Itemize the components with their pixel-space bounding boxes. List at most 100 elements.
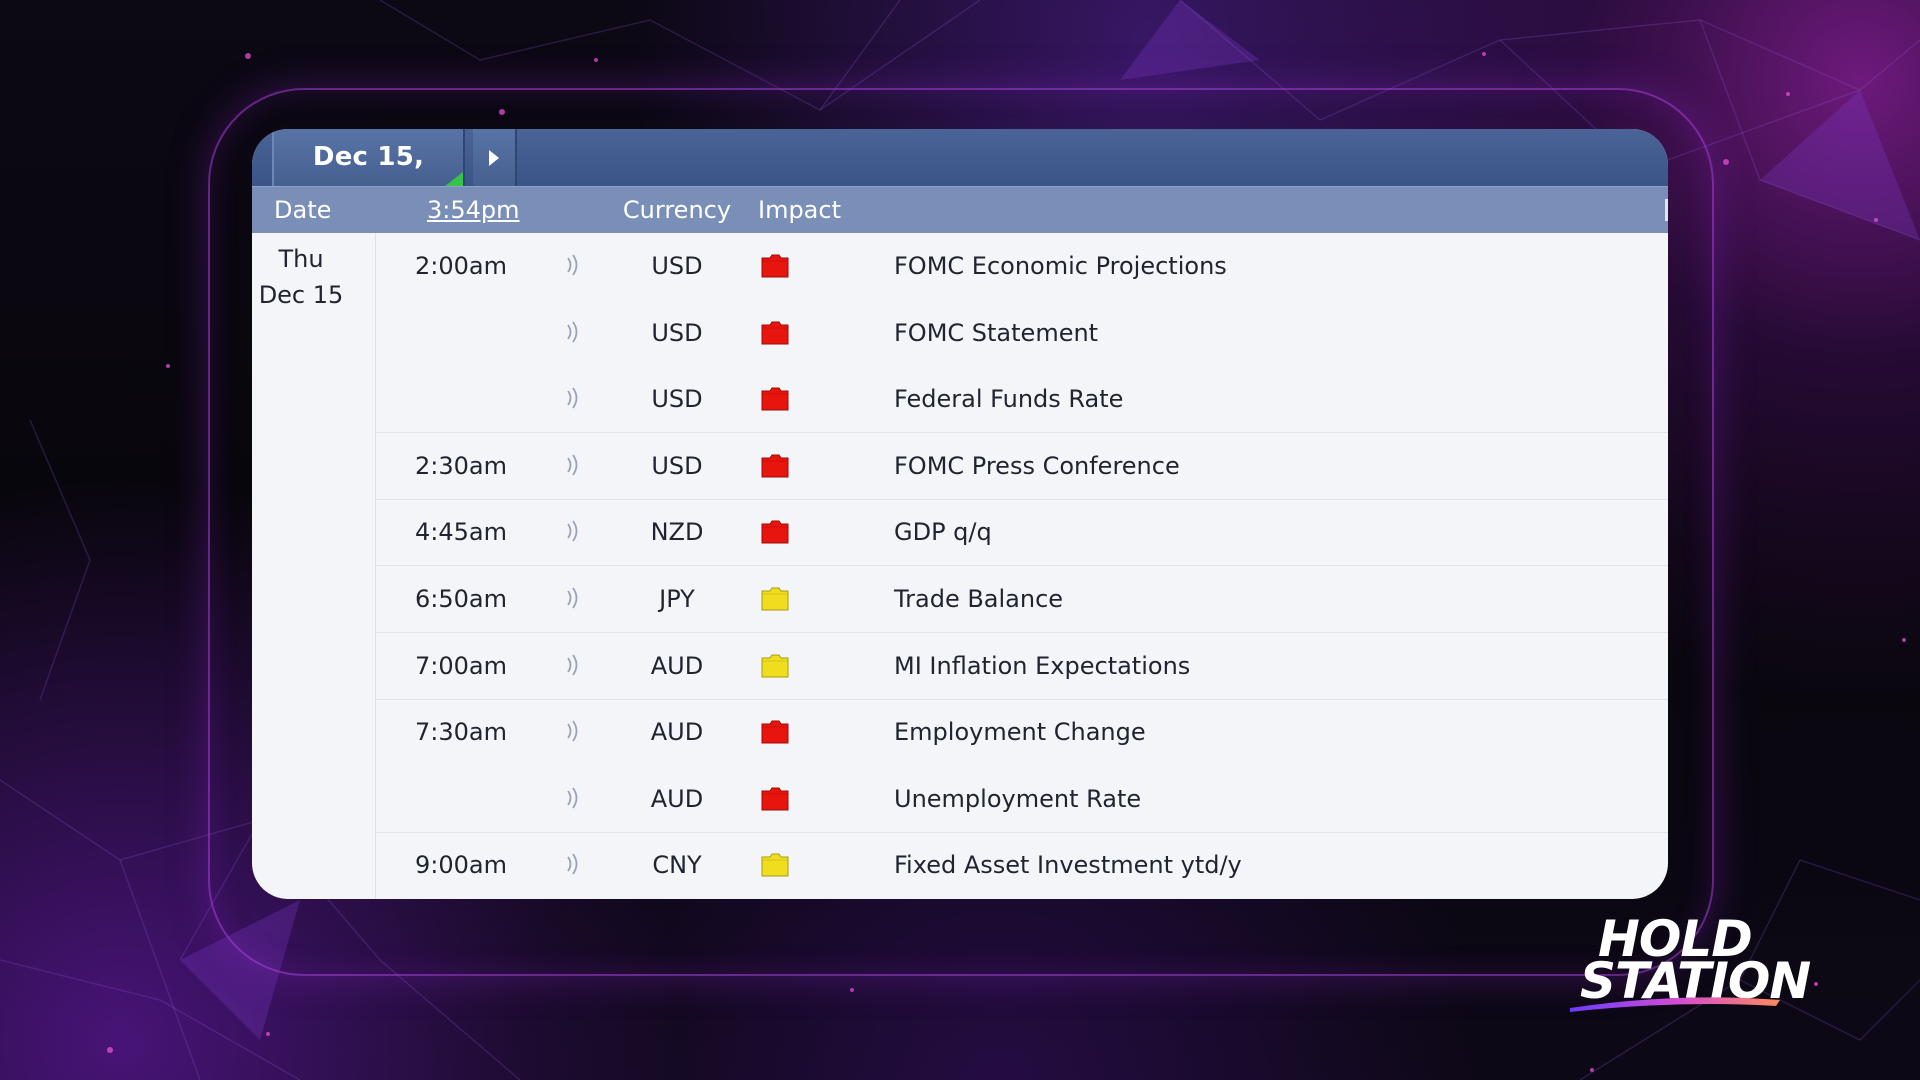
impact-high-icon <box>761 520 789 544</box>
sound-wave-icon <box>567 853 578 875</box>
background: Dec 15, 2022 Date 3:54pm Currency Impact… <box>0 0 1920 1080</box>
table-row[interactable]: 4:45am NZD GDP q/q <box>376 499 1668 567</box>
table-header: Date 3:54pm Currency Impact <box>252 186 1668 233</box>
sound-alert-cell[interactable] <box>561 766 585 832</box>
sound-wave-icon <box>567 321 578 343</box>
table-row[interactable]: 9:00am CNY Fixed Asset Investment ytd/y <box>376 832 1668 898</box>
sound-alert-cell[interactable] <box>561 499 585 565</box>
table-row[interactable]: 2:00am USD FOMC Economic Projections <box>376 233 1668 299</box>
sound-wave-icon <box>567 654 578 676</box>
event-currency: AUD <box>650 651 704 680</box>
event-title[interactable]: FOMC Economic Projections <box>894 233 1654 299</box>
event-currency: AUD <box>650 784 704 813</box>
sound-wave-icon <box>567 787 578 809</box>
column-header-currency: Currency <box>622 196 732 224</box>
sound-alert-cell[interactable] <box>561 566 585 632</box>
event-time: 2:00am <box>415 252 507 280</box>
event-currency: USD <box>651 252 703 280</box>
sound-alert-cell[interactable] <box>561 300 585 366</box>
table-row[interactable]: 7:30am AUD Employment Change <box>376 699 1668 765</box>
event-title[interactable]: Federal Funds Rate <box>894 366 1654 432</box>
table-row[interactable]: AUD Unemployment Rate <box>376 766 1668 833</box>
event-title[interactable]: MI Inflation Expectations <box>894 633 1654 699</box>
sound-wave-icon <box>567 387 578 409</box>
table-row[interactable]: 2:30am USD FOMC Press Conference <box>376 433 1668 500</box>
event-title[interactable]: GDP q/q <box>894 499 1654 565</box>
day-date: Dec 15 <box>258 281 344 309</box>
sound-alert-cell[interactable] <box>561 366 585 432</box>
impact-high-icon <box>761 254 789 278</box>
next-date-button[interactable] <box>473 129 517 186</box>
sound-alert-cell[interactable] <box>561 233 585 299</box>
impact-cell[interactable] <box>731 233 817 299</box>
selected-date-label: Dec 15, 2022 <box>312 142 425 229</box>
event-time <box>396 766 526 832</box>
event-title[interactable]: Employment Change <box>894 699 1654 765</box>
sound-alert-cell[interactable] <box>561 832 585 898</box>
event-time: 4:45am <box>415 518 507 547</box>
impact-cell[interactable] <box>731 566 817 632</box>
day-weekday: Thu <box>278 245 324 273</box>
impact-high-icon <box>761 387 789 411</box>
logo-swoosh <box>1570 997 1780 1012</box>
impact-cell[interactable] <box>731 433 817 499</box>
column-header-date: Date <box>274 196 332 224</box>
impact-cell[interactable] <box>731 633 817 699</box>
event-title[interactable]: Trade Balance <box>894 566 1654 632</box>
sound-wave-icon <box>567 587 578 609</box>
event-currency: CNY <box>652 851 702 880</box>
event-title[interactable]: Unemployment Rate <box>894 766 1654 832</box>
table-row[interactable]: 6:50am JPY Trade Balance <box>376 566 1668 633</box>
sound-alert-cell[interactable] <box>561 433 585 499</box>
economic-calendar: Dec 15, 2022 Date 3:54pm Currency Impact… <box>252 129 1668 899</box>
arrow-right-icon <box>489 150 499 166</box>
date-navigation-bar: Dec 15, 2022 <box>252 129 1668 229</box>
table-body: Thu Dec 15 2:00am USD FOMC Economic Projec… <box>252 233 1668 899</box>
impact-cell[interactable] <box>731 766 817 832</box>
event-currency: JPY <box>659 585 695 613</box>
sound-wave-icon <box>567 720 578 742</box>
event-time: 2:30am <box>415 451 507 480</box>
impact-cell[interactable] <box>731 699 817 765</box>
header-edge-marker <box>1665 199 1668 221</box>
impact-medium-icon <box>761 654 789 678</box>
event-currency: USD <box>651 385 703 414</box>
sound-wave-icon <box>567 454 578 476</box>
table-row[interactable]: USD Federal Funds Rate <box>376 366 1668 434</box>
event-time: 7:30am <box>415 718 507 747</box>
impact-medium-icon <box>761 587 789 611</box>
table-row[interactable]: USD FOMC Statement <box>376 300 1668 366</box>
sound-wave-icon <box>567 520 578 542</box>
event-currency: AUD <box>650 718 704 747</box>
date-corner-marker <box>445 172 463 186</box>
impact-high-icon <box>761 787 789 811</box>
selected-date-tab[interactable]: Dec 15, 2022 <box>272 129 465 229</box>
event-title[interactable]: FOMC Statement <box>894 300 1654 366</box>
event-title[interactable]: Fixed Asset Investment ytd/y <box>894 832 1654 898</box>
event-title[interactable]: FOMC Press Conference <box>894 433 1654 499</box>
impact-cell[interactable] <box>731 300 817 366</box>
impact-high-icon <box>761 321 789 345</box>
table-row[interactable]: 7:00am AUD MI Inflation Expectations <box>376 633 1668 700</box>
impact-cell[interactable] <box>731 366 817 432</box>
event-time: 7:00am <box>415 651 507 680</box>
impact-cell[interactable] <box>731 499 817 565</box>
impact-cell[interactable] <box>731 832 817 898</box>
holdstation-logo: HOLD STATION <box>1568 910 1811 1012</box>
event-currency: NZD <box>650 518 704 547</box>
event-time <box>396 300 526 366</box>
sound-alert-cell[interactable] <box>561 633 585 699</box>
column-header-impact: Impact <box>757 196 841 224</box>
sound-wave-icon <box>567 254 578 276</box>
sound-alert-cell[interactable] <box>561 699 585 765</box>
event-currency: USD <box>651 318 703 347</box>
event-time: 6:50am <box>415 585 507 613</box>
impact-medium-icon <box>761 853 789 877</box>
event-time <box>396 366 526 432</box>
event-currency: USD <box>651 451 703 480</box>
event-time: 9:00am <box>415 851 507 880</box>
date-cell: Thu Dec 15 <box>252 233 376 899</box>
impact-high-icon <box>761 454 789 478</box>
column-header-current-time[interactable]: 3:54pm <box>427 187 520 233</box>
impact-high-icon <box>761 720 789 744</box>
